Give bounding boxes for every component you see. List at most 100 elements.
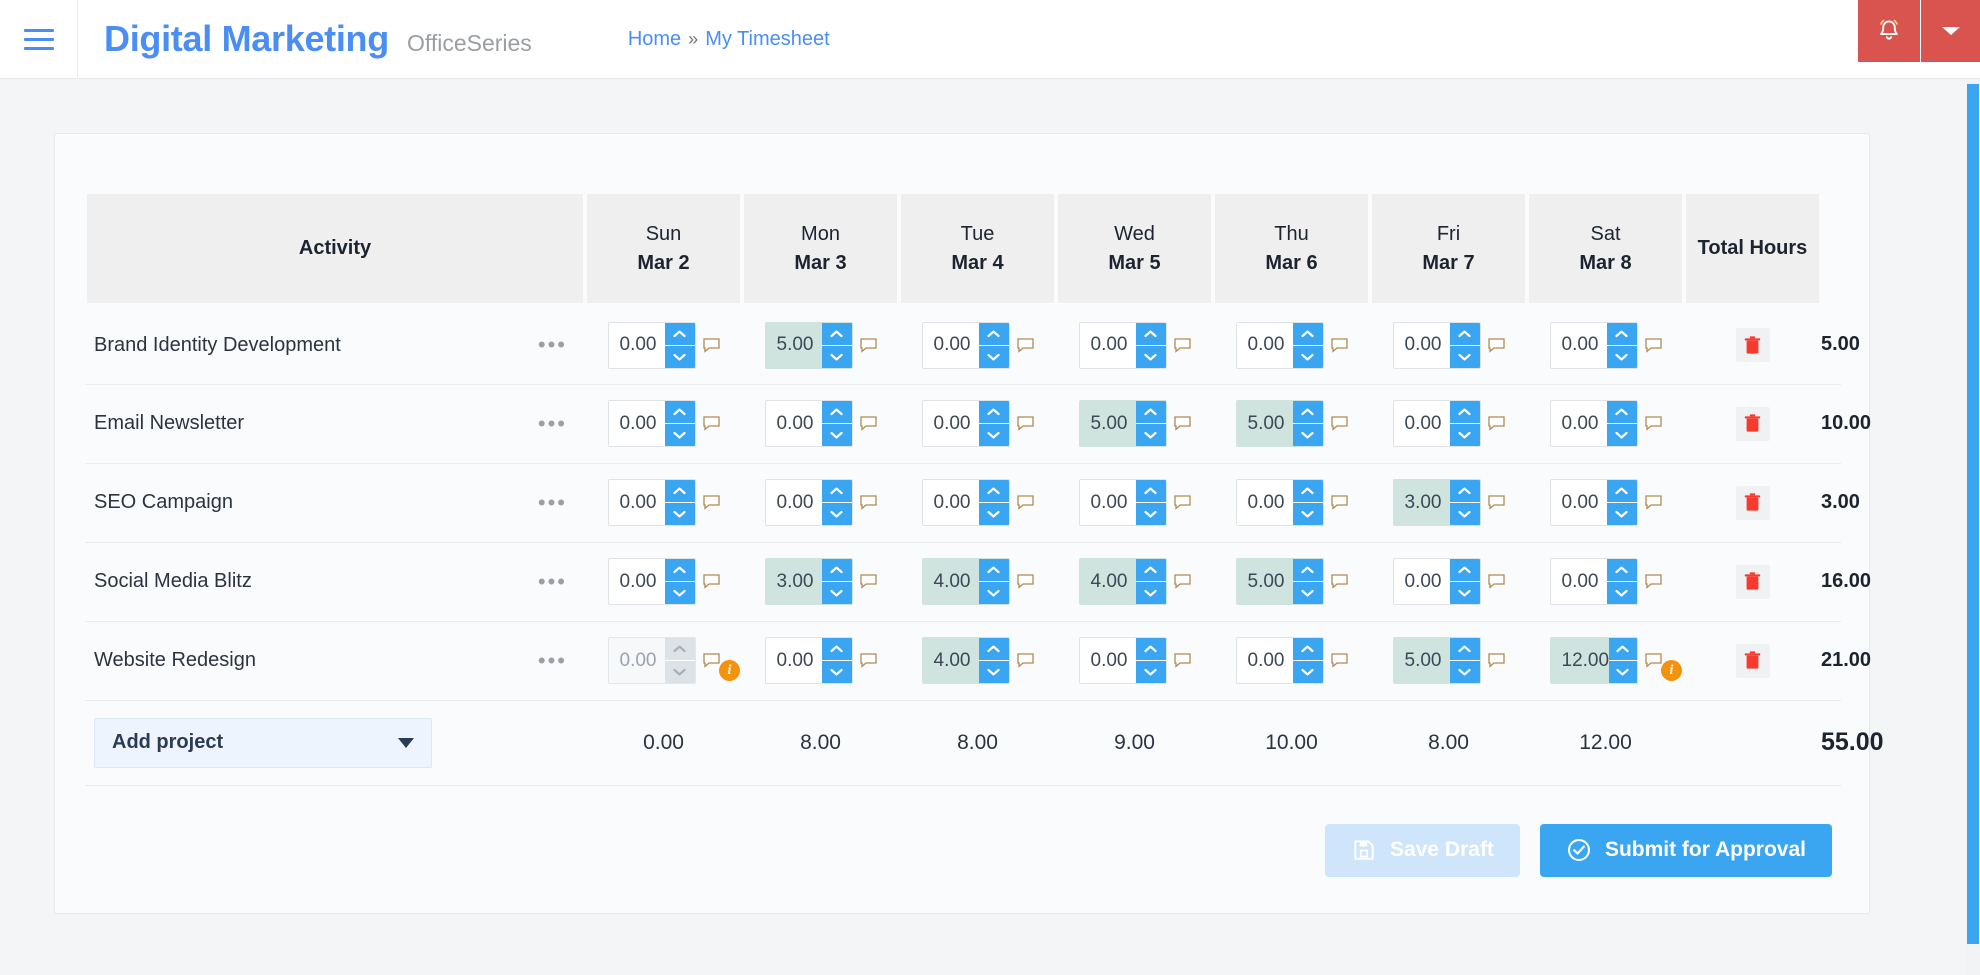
comment-icon[interactable]	[1016, 653, 1034, 668]
comment-icon[interactable]	[1173, 574, 1191, 589]
comment-icon[interactable]	[1016, 495, 1034, 510]
spinner-down-icon[interactable]	[1292, 345, 1323, 368]
hour-value[interactable]: 0.00	[766, 480, 822, 525]
hour-input-0-2[interactable]: 0.00	[921, 321, 1010, 369]
spinner-up-icon[interactable]	[1135, 401, 1166, 424]
comment-icon[interactable]	[1644, 338, 1662, 353]
spinner-up-icon[interactable]	[1135, 322, 1166, 346]
comment-icon[interactable]	[702, 338, 720, 353]
add-project-dropdown[interactable]: Add project	[94, 717, 432, 768]
hour-value[interactable]: 5.00	[766, 323, 822, 368]
spinner-up-icon[interactable]	[1292, 480, 1323, 503]
hour-input-2-4[interactable]: 0.00	[1235, 479, 1324, 526]
spinner-down-icon[interactable]	[1449, 503, 1480, 525]
page-scrollbar[interactable]	[1966, 79, 1980, 975]
spinner-up-icon[interactable]	[1606, 322, 1637, 346]
hour-value[interactable]: 0.00	[1237, 480, 1293, 525]
spinner-up-icon[interactable]	[664, 480, 695, 503]
hour-value[interactable]: 4.00	[923, 559, 979, 604]
spinner-up-icon[interactable]	[664, 401, 695, 424]
comment-icon[interactable]	[1173, 416, 1191, 431]
breadcrumb-current[interactable]: My Timesheet	[705, 28, 829, 51]
hour-input-1-4[interactable]: 5.00	[1235, 400, 1324, 447]
hour-value[interactable]: 0.00	[766, 638, 822, 683]
hour-value[interactable]: 0.00	[1551, 480, 1607, 525]
spinner-down-icon[interactable]	[664, 582, 695, 604]
hour-value[interactable]: 0.00	[766, 401, 822, 446]
hour-value[interactable]: 0.00	[1394, 323, 1450, 368]
delete-row-button[interactable]	[1735, 406, 1770, 441]
hour-input-2-6[interactable]: 0.00	[1549, 479, 1638, 526]
hour-value[interactable]: 4.00	[1080, 559, 1136, 604]
spinner-down-icon[interactable]	[664, 424, 695, 446]
spinner-up-icon[interactable]	[664, 559, 695, 582]
hour-value[interactable]: 0.00	[609, 638, 665, 683]
comment-icon[interactable]	[1016, 338, 1034, 353]
comment-icon[interactable]	[1644, 495, 1662, 510]
comment-icon[interactable]	[1487, 653, 1505, 668]
hour-value[interactable]: 0.00	[609, 401, 665, 446]
hour-input-3-5[interactable]: 0.00	[1392, 558, 1481, 605]
spinner-up-icon[interactable]	[978, 559, 1009, 582]
comment-icon[interactable]	[1330, 495, 1348, 510]
spinner-down-icon[interactable]	[821, 424, 852, 446]
hour-input-2-3[interactable]: 0.00	[1078, 479, 1167, 526]
row-options-icon[interactable]: •••	[538, 649, 567, 672]
hour-input-0-4[interactable]: 0.00	[1235, 321, 1324, 369]
comment-icon[interactable]	[702, 653, 720, 668]
hour-input-1-1[interactable]: 0.00	[764, 400, 853, 447]
row-options-icon[interactable]: •••	[538, 570, 567, 593]
comment-icon[interactable]	[1487, 416, 1505, 431]
spinner-up-icon[interactable]	[1449, 322, 1480, 346]
spinner-up-icon[interactable]	[978, 480, 1009, 503]
spinner-down-icon[interactable]	[1606, 424, 1637, 446]
spinner-down-icon[interactable]	[1135, 424, 1166, 446]
comment-icon[interactable]	[702, 574, 720, 589]
hour-value[interactable]: 0.00	[1551, 559, 1607, 604]
spinner-up-icon[interactable]	[821, 480, 852, 503]
comment-icon[interactable]	[859, 495, 877, 510]
spinner-down-icon[interactable]	[978, 582, 1009, 604]
comment-icon[interactable]	[859, 574, 877, 589]
spinner-down-icon[interactable]	[664, 661, 695, 683]
spinner-down-icon[interactable]	[1292, 582, 1323, 604]
comment-icon[interactable]	[1016, 574, 1034, 589]
spinner-up-icon[interactable]	[1292, 401, 1323, 424]
notification-dropdown-button[interactable]	[1920, 0, 1980, 62]
hour-value[interactable]: 0.00	[1080, 323, 1136, 368]
hour-input-4-4[interactable]: 0.00	[1235, 637, 1324, 684]
spinner-up-icon[interactable]	[1292, 322, 1323, 346]
spinner-up-icon[interactable]	[1135, 480, 1166, 503]
comment-icon[interactable]	[1487, 338, 1505, 353]
spinner-up-icon[interactable]	[1606, 401, 1637, 424]
spinner-down-icon[interactable]	[1449, 424, 1480, 446]
spinner-up-icon[interactable]	[821, 401, 852, 424]
hour-input-0-0[interactable]: 0.00	[607, 321, 696, 369]
hour-value[interactable]: 0.00	[1394, 559, 1450, 604]
hamburger-icon[interactable]	[0, 0, 78, 79]
hour-value[interactable]: 0.00	[1551, 323, 1607, 368]
spinner-down-icon[interactable]	[664, 503, 695, 525]
spinner-up-icon[interactable]	[978, 401, 1009, 424]
hour-value[interactable]: 0.00	[1080, 638, 1136, 683]
hour-input-4-0[interactable]: 0.00	[607, 637, 696, 684]
spinner-down-icon[interactable]	[1135, 582, 1166, 604]
spinner-down-icon[interactable]	[821, 503, 852, 525]
hour-value[interactable]: 5.00	[1237, 559, 1293, 604]
spinner-up-icon[interactable]	[1449, 401, 1480, 424]
hour-input-4-2[interactable]: 4.00	[921, 637, 1010, 684]
spinner-down-icon[interactable]	[1606, 345, 1637, 368]
comment-icon[interactable]	[859, 416, 877, 431]
spinner-down-icon[interactable]	[1449, 345, 1480, 368]
hour-value[interactable]: 0.00	[923, 323, 979, 368]
hour-value[interactable]: 5.00	[1080, 401, 1136, 446]
comment-icon[interactable]	[1487, 574, 1505, 589]
hour-input-3-4[interactable]: 5.00	[1235, 558, 1324, 605]
hour-input-4-1[interactable]: 0.00	[764, 637, 853, 684]
spinner-up-icon[interactable]	[1449, 638, 1480, 661]
info-badge-icon[interactable]: i	[719, 660, 740, 681]
hour-value[interactable]: 0.00	[1237, 323, 1293, 368]
spinner-down-icon[interactable]	[1292, 503, 1323, 525]
hour-value[interactable]: 0.00	[1237, 638, 1293, 683]
hour-input-2-5[interactable]: 3.00	[1392, 479, 1481, 526]
